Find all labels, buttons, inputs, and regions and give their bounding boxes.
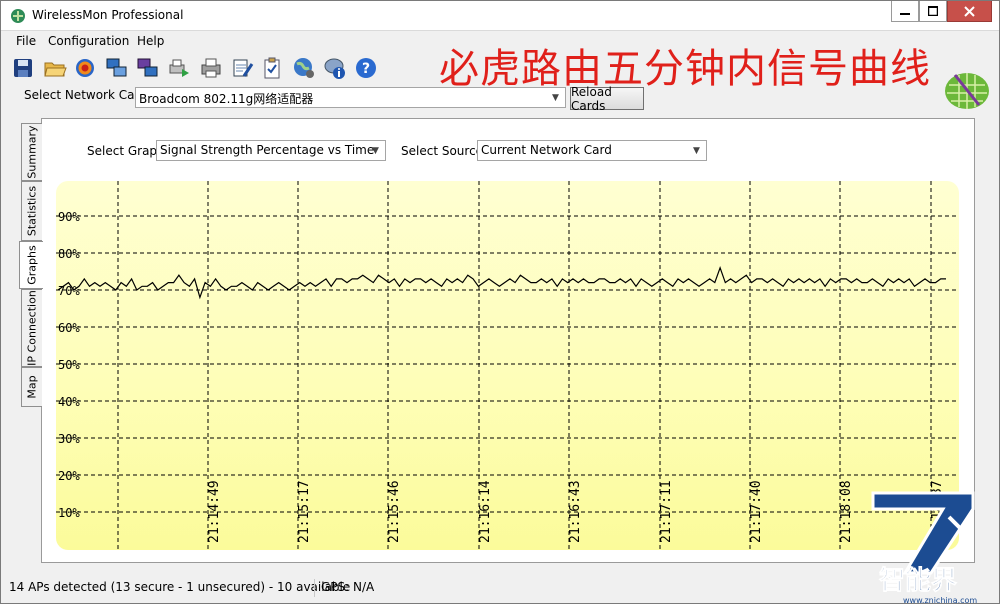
globe-icon bbox=[294, 58, 314, 78]
maximize-icon bbox=[928, 6, 938, 16]
y-tick-label: 10% bbox=[58, 506, 80, 520]
y-tick-label: 60% bbox=[58, 321, 80, 335]
maximize-button[interactable] bbox=[919, 1, 947, 22]
close-button[interactable] bbox=[947, 1, 992, 22]
y-tick-label: 90% bbox=[58, 210, 80, 224]
x-tick-label: 21:17:11 bbox=[659, 480, 674, 543]
info-bubble-icon bbox=[324, 58, 345, 79]
select-source-value: Current Network Card bbox=[481, 143, 612, 157]
x-tick-label: 21:16:14 bbox=[478, 480, 493, 543]
info-button[interactable] bbox=[322, 55, 348, 81]
chevron-down-icon: ▼ bbox=[693, 145, 700, 156]
tab-map[interactable]: Map bbox=[21, 367, 42, 407]
x-tick-label: 21:18:08 bbox=[839, 480, 854, 543]
y-tick-label: 70% bbox=[58, 284, 80, 298]
status-separator bbox=[314, 579, 315, 597]
print-button[interactable] bbox=[198, 55, 224, 81]
print-go-button[interactable] bbox=[166, 55, 192, 81]
target-button[interactable] bbox=[72, 55, 98, 81]
app-icon bbox=[11, 9, 25, 23]
network-cards-icon bbox=[106, 58, 127, 77]
tab-ip-connection[interactable]: IP Connection bbox=[21, 289, 42, 367]
checklist-pen-icon bbox=[233, 59, 254, 77]
network-card-select[interactable]: Broadcom 802.11g网络适配器 ▼ bbox=[135, 87, 566, 108]
title-bar: WirelessMon Professional bbox=[1, 1, 999, 31]
network-cards-purple-button[interactable] bbox=[135, 55, 161, 81]
help-icon: ? bbox=[356, 58, 376, 78]
select-source-dropdown[interactable]: Current Network Card ▼ bbox=[477, 140, 707, 161]
menu-configuration[interactable]: Configuration bbox=[48, 34, 129, 48]
checklist-button[interactable] bbox=[229, 55, 255, 81]
watermark-text: 智能界 bbox=[879, 565, 957, 596]
menu-file[interactable]: File bbox=[16, 34, 36, 48]
save-icon bbox=[14, 59, 32, 77]
y-tick-label: 80% bbox=[58, 247, 80, 261]
x-tick-label: 21:17:40 bbox=[749, 480, 764, 543]
chevron-down-icon: ▼ bbox=[372, 145, 379, 156]
printer-go-icon bbox=[169, 59, 189, 77]
printer-icon bbox=[201, 58, 221, 78]
wireless-globe-logo-icon bbox=[945, 73, 989, 109]
close-icon bbox=[964, 5, 975, 17]
menu-help[interactable]: Help bbox=[137, 34, 164, 48]
y-tick-label: 30% bbox=[58, 432, 80, 446]
x-tick-label: 21:15:17 bbox=[297, 480, 312, 543]
network-cards-purple-icon bbox=[137, 58, 158, 77]
save-button[interactable] bbox=[10, 55, 36, 81]
tab-summary[interactable]: Summary bbox=[21, 123, 42, 181]
open-button[interactable] bbox=[42, 55, 68, 81]
open-folder-icon bbox=[44, 62, 67, 77]
select-network-card-label: Select Network Card bbox=[24, 88, 147, 102]
y-tick-label: 20% bbox=[58, 469, 80, 483]
network-card-value: Broadcom 802.11g网络适配器 bbox=[139, 92, 314, 106]
minimize-button[interactable] bbox=[891, 1, 919, 22]
svg-text:?: ? bbox=[362, 61, 370, 77]
x-tick-label: 21:14:49 bbox=[207, 480, 222, 543]
target-icon bbox=[76, 59, 94, 77]
select-graph-value: Signal Strength Percentage vs Time bbox=[160, 143, 375, 157]
vertical-tabs: Summary Statistics Graphs IP Connection … bbox=[19, 121, 43, 411]
x-tick-label: 21:16:43 bbox=[568, 480, 583, 543]
minimize-icon bbox=[900, 13, 910, 15]
select-graph-dropdown[interactable]: Signal Strength Percentage vs Time ▼ bbox=[156, 140, 386, 161]
network-cards-button[interactable] bbox=[104, 55, 130, 81]
chevron-down-icon: ▼ bbox=[552, 92, 559, 103]
main-window: WirelessMon Professional File Configurat… bbox=[0, 0, 1000, 605]
signal-graph-svg: 90% 80% 70% 60% 50% 40% 30% 20% 10% 21:14:49 21:15… bbox=[56, 181, 959, 550]
clipboard-button[interactable] bbox=[259, 55, 285, 81]
x-tick-label: 21:15:46 bbox=[387, 480, 402, 543]
clipboard-icon bbox=[264, 57, 280, 79]
overlay-caption: 必虎路由五分钟内信号曲线 bbox=[439, 46, 931, 92]
y-tick-label: 40% bbox=[58, 395, 80, 409]
status-gps: GPS: N/A bbox=[321, 580, 375, 594]
tab-statistics[interactable]: Statistics bbox=[21, 181, 42, 241]
watermark-logo: 智能界 www.znichina.com bbox=[871, 491, 977, 605]
reload-cards-button[interactable]: Reload Cards bbox=[570, 85, 644, 113]
window-title: WirelessMon Professional bbox=[32, 8, 184, 22]
signal-series-line bbox=[57, 266, 946, 300]
help-button[interactable]: ? bbox=[353, 55, 379, 81]
select-source-label: Select Source bbox=[401, 144, 484, 158]
signal-graph: 90% 80% 70% 60% 50% 40% 30% 20% 10% 21:14:49 21:15… bbox=[56, 181, 959, 550]
status-aps: 14 APs detected (13 secure - 1 unsecured… bbox=[9, 580, 351, 594]
status-bar: 14 APs detected (13 secure - 1 unsecured… bbox=[1, 577, 999, 599]
select-graph-label: Select Graph bbox=[87, 144, 165, 158]
globe-button[interactable] bbox=[291, 55, 317, 81]
y-tick-label: 50% bbox=[58, 358, 80, 372]
tab-graphs[interactable]: Graphs bbox=[19, 241, 43, 289]
